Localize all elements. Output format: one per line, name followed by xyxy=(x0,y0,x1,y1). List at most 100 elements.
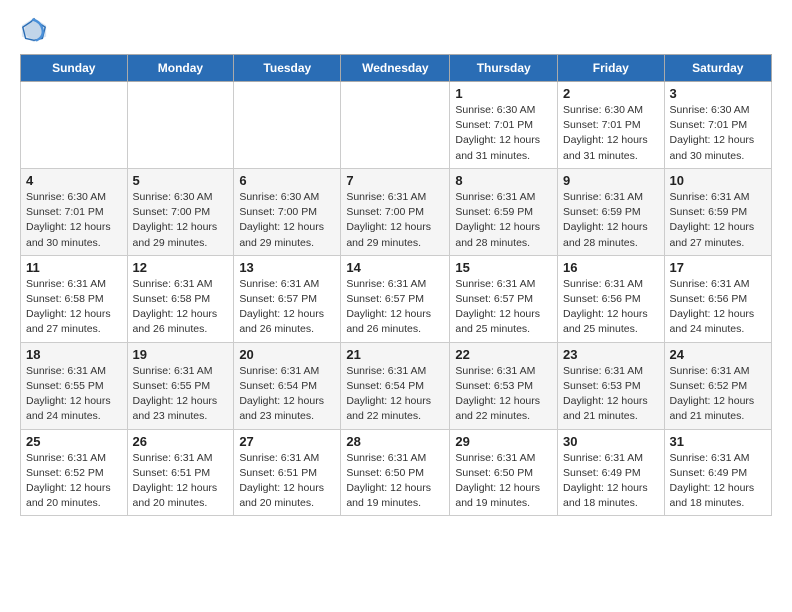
calendar-header-row: SundayMondayTuesdayWednesdayThursdayFrid… xyxy=(21,55,772,82)
calendar-cell xyxy=(341,82,450,169)
day-number: 14 xyxy=(346,260,444,275)
calendar-cell: 14 Sunrise: 6:31 AM Sunset: 6:57 PM Dayli… xyxy=(341,255,450,342)
calendar-week-2: 4Sunrise: 6:30 AM Sunset: 7:01 PM Daylig… xyxy=(21,168,772,255)
calendar-cell: 11Sunrise: 6:31 AM Sunset: 6:58 PM Dayli… xyxy=(21,255,128,342)
calendar-cell: 21 Sunrise: 6:31 AM Sunset: 6:54 PM Dayli… xyxy=(341,342,450,429)
day-number: 18 xyxy=(26,347,122,362)
day-number: 24 xyxy=(670,347,766,362)
day-number: 28 xyxy=(346,434,444,449)
day-number: 23 xyxy=(563,347,659,362)
calendar-cell: 6 Sunrise: 6:30 AM Sunset: 7:00 PM Daylig… xyxy=(234,168,341,255)
calendar-cell: 18 Sunrise: 6:31 AM Sunset: 6:55 PM Dayli… xyxy=(21,342,128,429)
day-number: 7 xyxy=(346,173,444,188)
day-number: 1 xyxy=(455,86,552,101)
calendar-week-5: 25 Sunrise: 6:31 AM Sunset: 6:52 PM Dayli… xyxy=(21,429,772,516)
calendar-cell xyxy=(127,82,234,169)
calendar-week-1: 1 Sunrise: 6:30 AM Sunset: 7:01 PM Daylig… xyxy=(21,82,772,169)
day-info: Sunrise: 6:31 AM Sunset: 6:52 PM Dayligh… xyxy=(670,364,766,425)
weekday-header-wednesday: Wednesday xyxy=(341,55,450,82)
calendar-cell: 12 Sunrise: 6:31 AM Sunset: 6:58 PM Dayli… xyxy=(127,255,234,342)
day-info: Sunrise: 6:31 AM Sunset: 6:51 PM Dayligh… xyxy=(133,451,229,512)
day-info: Sunrise: 6:31 AM Sunset: 6:54 PM Dayligh… xyxy=(346,364,444,425)
day-info: Sunrise: 6:31 AM Sunset: 6:58 PM Dayligh… xyxy=(133,277,229,338)
day-number: 26 xyxy=(133,434,229,449)
day-info: Sunrise: 6:31 AM Sunset: 6:55 PM Dayligh… xyxy=(26,364,122,425)
day-number: 19 xyxy=(133,347,229,362)
calendar-cell: 28 Sunrise: 6:31 AM Sunset: 6:50 PM Dayli… xyxy=(341,429,450,516)
day-info: Sunrise: 6:31 AM Sunset: 6:59 PM Dayligh… xyxy=(670,190,766,251)
calendar-cell: 10 Sunrise: 6:31 AM Sunset: 6:59 PM Dayli… xyxy=(664,168,771,255)
day-number: 4 xyxy=(26,173,122,188)
day-info: Sunrise: 6:30 AM Sunset: 7:01 PM Dayligh… xyxy=(563,103,659,164)
day-number: 11 xyxy=(26,260,122,275)
calendar-week-4: 18 Sunrise: 6:31 AM Sunset: 6:55 PM Dayli… xyxy=(21,342,772,429)
logo-icon xyxy=(20,16,48,44)
calendar-cell: 5 Sunrise: 6:30 AM Sunset: 7:00 PM Daylig… xyxy=(127,168,234,255)
day-number: 29 xyxy=(455,434,552,449)
calendar-cell: 1 Sunrise: 6:30 AM Sunset: 7:01 PM Daylig… xyxy=(450,82,558,169)
calendar-cell: 22 Sunrise: 6:31 AM Sunset: 6:53 PM Dayli… xyxy=(450,342,558,429)
page-container: SundayMondayTuesdayWednesdayThursdayFrid… xyxy=(0,0,792,526)
weekday-header-saturday: Saturday xyxy=(664,55,771,82)
calendar-cell: 26 Sunrise: 6:31 AM Sunset: 6:51 PM Dayli… xyxy=(127,429,234,516)
calendar-cell xyxy=(21,82,128,169)
day-info: Sunrise: 6:31 AM Sunset: 6:55 PM Dayligh… xyxy=(133,364,229,425)
day-number: 9 xyxy=(563,173,659,188)
day-number: 17 xyxy=(670,260,766,275)
calendar-cell: 17Sunrise: 6:31 AM Sunset: 6:56 PM Dayli… xyxy=(664,255,771,342)
day-number: 20 xyxy=(239,347,335,362)
calendar-cell: 16Sunrise: 6:31 AM Sunset: 6:56 PM Dayli… xyxy=(558,255,665,342)
calendar-cell: 20 Sunrise: 6:31 AM Sunset: 6:54 PM Dayli… xyxy=(234,342,341,429)
day-info: Sunrise: 6:31 AM Sunset: 6:53 PM Dayligh… xyxy=(455,364,552,425)
day-info: Sunrise: 6:31 AM Sunset: 6:54 PM Dayligh… xyxy=(239,364,335,425)
day-info: Sunrise: 6:31 AM Sunset: 6:53 PM Dayligh… xyxy=(563,364,659,425)
calendar-cell: 15Sunrise: 6:31 AM Sunset: 6:57 PM Dayli… xyxy=(450,255,558,342)
day-number: 6 xyxy=(239,173,335,188)
day-number: 13 xyxy=(239,260,335,275)
calendar-table: SundayMondayTuesdayWednesdayThursdayFrid… xyxy=(20,54,772,516)
calendar-cell: 9 Sunrise: 6:31 AM Sunset: 6:59 PM Daylig… xyxy=(558,168,665,255)
day-info: Sunrise: 6:31 AM Sunset: 6:50 PM Dayligh… xyxy=(346,451,444,512)
weekday-header-sunday: Sunday xyxy=(21,55,128,82)
day-number: 25 xyxy=(26,434,122,449)
calendar-cell: 25 Sunrise: 6:31 AM Sunset: 6:52 PM Dayli… xyxy=(21,429,128,516)
calendar-cell: 4Sunrise: 6:30 AM Sunset: 7:01 PM Daylig… xyxy=(21,168,128,255)
day-info: Sunrise: 6:30 AM Sunset: 7:01 PM Dayligh… xyxy=(455,103,552,164)
calendar-cell: 19 Sunrise: 6:31 AM Sunset: 6:55 PM Dayli… xyxy=(127,342,234,429)
day-info: Sunrise: 6:31 AM Sunset: 6:59 PM Dayligh… xyxy=(455,190,552,251)
day-number: 30 xyxy=(563,434,659,449)
day-number: 10 xyxy=(670,173,766,188)
day-info: Sunrise: 6:31 AM Sunset: 6:56 PM Dayligh… xyxy=(563,277,659,338)
day-number: 3 xyxy=(670,86,766,101)
day-info: Sunrise: 6:31 AM Sunset: 6:49 PM Dayligh… xyxy=(670,451,766,512)
page-header xyxy=(20,16,772,44)
weekday-header-thursday: Thursday xyxy=(450,55,558,82)
day-info: Sunrise: 6:31 AM Sunset: 6:50 PM Dayligh… xyxy=(455,451,552,512)
day-number: 21 xyxy=(346,347,444,362)
calendar-cell: 23 Sunrise: 6:31 AM Sunset: 6:53 PM Dayli… xyxy=(558,342,665,429)
calendar-cell: 29 Sunrise: 6:31 AM Sunset: 6:50 PM Dayli… xyxy=(450,429,558,516)
calendar-cell: 8 Sunrise: 6:31 AM Sunset: 6:59 PM Daylig… xyxy=(450,168,558,255)
day-number: 12 xyxy=(133,260,229,275)
day-number: 8 xyxy=(455,173,552,188)
calendar-cell: 31Sunrise: 6:31 AM Sunset: 6:49 PM Dayli… xyxy=(664,429,771,516)
calendar-week-3: 11 Sunrise: 6:31 AM Sunset: 6:58 PM Dayli… xyxy=(21,255,772,342)
calendar-cell: 30Sunrise: 6:31 AM Sunset: 6:49 PM Dayli… xyxy=(558,429,665,516)
day-number: 15 xyxy=(455,260,552,275)
calendar-cell xyxy=(234,82,341,169)
day-info: Sunrise: 6:30 AM Sunset: 7:00 PM Dayligh… xyxy=(133,190,229,251)
calendar-cell: 13 Sunrise: 6:31 AM Sunset: 6:57 PM Dayli… xyxy=(234,255,341,342)
calendar-cell: 3 Sunrise: 6:30 AM Sunset: 7:01 PM Daylig… xyxy=(664,82,771,169)
day-info: Sunrise: 6:31 AM Sunset: 6:57 PM Dayligh… xyxy=(346,277,444,338)
day-info: Sunrise: 6:31 AM Sunset: 6:57 PM Dayligh… xyxy=(239,277,335,338)
logo xyxy=(20,16,52,44)
weekday-header-monday: Monday xyxy=(127,55,234,82)
day-info: Sunrise: 6:31 AM Sunset: 6:59 PM Dayligh… xyxy=(563,190,659,251)
day-info: Sunrise: 6:30 AM Sunset: 7:00 PM Dayligh… xyxy=(239,190,335,251)
day-info: Sunrise: 6:30 AM Sunset: 7:01 PM Dayligh… xyxy=(670,103,766,164)
day-number: 22 xyxy=(455,347,552,362)
day-info: Sunrise: 6:31 AM Sunset: 7:00 PM Dayligh… xyxy=(346,190,444,251)
day-number: 5 xyxy=(133,173,229,188)
day-info: Sunrise: 6:31 AM Sunset: 6:52 PM Dayligh… xyxy=(26,451,122,512)
calendar-cell: 7 Sunrise: 6:31 AM Sunset: 7:00 PM Daylig… xyxy=(341,168,450,255)
